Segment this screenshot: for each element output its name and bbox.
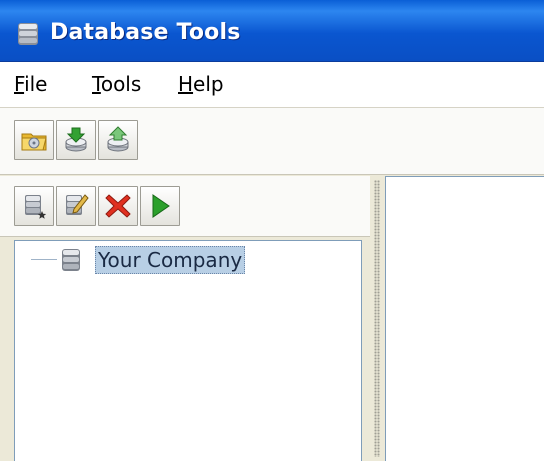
menu-file[interactable]: File [14, 72, 47, 96]
database-icon [62, 249, 80, 271]
splitter-grip [374, 180, 380, 457]
import-icon [65, 127, 87, 152]
menu-tools[interactable]: Tools [92, 72, 141, 96]
main-toolbar [0, 108, 544, 175]
menu-help[interactable]: Help [178, 72, 224, 96]
left-panel: Your Company [0, 176, 370, 461]
delete-icon [105, 194, 131, 218]
import-button[interactable] [56, 120, 96, 160]
new-database-icon [25, 195, 47, 219]
menu-bar: File Tools Help [0, 62, 544, 108]
run-button[interactable] [140, 186, 180, 226]
menu-tools-rest: ools [100, 72, 142, 96]
delete-button[interactable] [98, 186, 138, 226]
menu-file-mnemonic: F [14, 72, 25, 96]
edit-database-icon [66, 194, 89, 215]
tree-toolbar [0, 176, 370, 237]
run-icon [152, 194, 170, 218]
tree-connector-line [31, 259, 57, 260]
window-title: Database Tools [50, 20, 241, 45]
open-button[interactable] [14, 120, 54, 160]
menu-tools-mnemonic: T [92, 72, 101, 96]
menu-help-mnemonic: H [178, 72, 194, 96]
export-icon [107, 126, 129, 152]
edit-database-button[interactable] [56, 186, 96, 226]
menu-file-rest: ile [24, 72, 48, 96]
open-folder-icon [21, 133, 47, 151]
detail-panel [385, 176, 544, 461]
menu-help-rest: elp [193, 72, 224, 96]
database-icon [18, 23, 38, 45]
title-bar[interactable]: Database Tools [0, 0, 544, 62]
new-database-button[interactable] [14, 186, 54, 226]
split-pane-divider[interactable] [370, 176, 384, 461]
export-button[interactable] [98, 120, 138, 160]
tree-node-your-company[interactable]: Your Company [95, 246, 246, 274]
database-tree[interactable]: Your Company [14, 240, 362, 461]
